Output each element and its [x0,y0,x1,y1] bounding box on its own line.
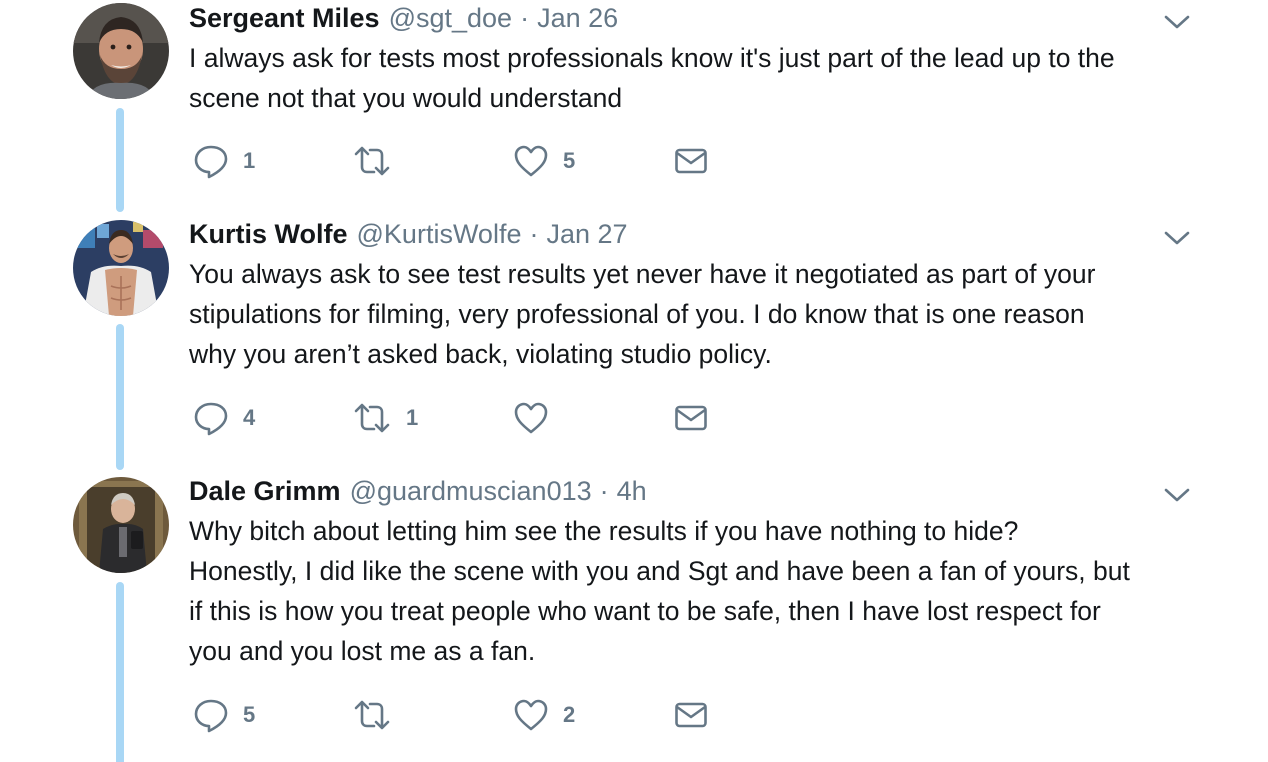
direct-message-button[interactable] [674,695,708,735]
like-count: 5 [563,148,576,173]
display-name[interactable]: Dale Grimm [189,473,341,509]
username[interactable]: @sgt_doe [389,0,513,36]
retweet-button[interactable] [352,695,406,735]
direct-message-icon [675,702,707,728]
like-icon [514,699,548,731]
reply-count: 1 [243,148,256,173]
tweet-text: I always ask for tests most professional… [189,43,1115,113]
like-icon [514,402,548,434]
tweet-actions: 4 1 [189,398,729,438]
direct-message-button[interactable] [674,141,708,181]
like-button[interactable] [513,398,563,438]
avatar-image [73,477,169,573]
tweet-text: You always ask to see test results yet n… [189,259,1096,369]
direct-message-icon [675,148,707,174]
tweet[interactable]: Kurtis Wolfe @KurtisWolfe · Jan 27 You a… [0,216,1268,466]
retweet-count: 1 [406,405,419,430]
like-count: 2 [563,702,576,727]
direct-message-icon [675,405,707,431]
separator-dot: · [529,219,539,249]
username[interactable]: @guardmuscian013 [350,473,592,509]
avatar[interactable] [73,477,169,573]
retweet-icon [354,403,390,433]
avatar-image [73,3,169,99]
separator-dot: · [520,3,530,33]
chevron-down-icon [1164,488,1190,502]
reply-icon [194,402,228,436]
tweet-header: Sergeant Miles @sgt_doe · Jan 26 [189,0,618,36]
username[interactable]: @KurtisWolfe [357,216,522,252]
timestamp[interactable]: Jan 27 [546,216,627,252]
reply-icon [194,699,228,733]
more-options-button[interactable] [1163,12,1191,32]
like-icon [514,145,548,177]
more-options-button[interactable] [1163,485,1191,505]
display-name[interactable]: Sergeant Miles [189,0,380,36]
avatar[interactable] [73,220,169,316]
reply-button[interactable]: 5 [193,695,255,735]
reply-icon [194,145,228,179]
tweet[interactable]: Dale Grimm @guardmuscian013 · 4h Why bit… [0,473,1268,762]
reply-count: 4 [243,405,256,430]
retweet-button[interactable]: 1 [352,398,418,438]
tweet[interactable]: Sergeant Miles @sgt_doe · Jan 26 I alway… [0,0,1268,200]
reply-button[interactable]: 4 [193,398,255,438]
conversation-thread: Sergeant Miles @sgt_doe · Jan 26 I alway… [0,0,1268,762]
timestamp[interactable]: Jan 26 [537,0,618,36]
tweet-text: Why bitch about letting him see the resu… [189,516,1130,666]
reply-button[interactable]: 1 [193,141,255,181]
avatar[interactable] [73,3,169,99]
tweet-header: Kurtis Wolfe @KurtisWolfe · Jan 27 [189,216,628,252]
more-options-button[interactable] [1163,228,1191,248]
like-button[interactable]: 5 [513,141,575,181]
avatar-image [73,220,169,316]
tweet-actions: 5 2 [189,695,729,735]
chevron-down-icon [1164,15,1190,29]
timestamp[interactable]: 4h [617,473,647,509]
retweet-button[interactable] [352,141,406,181]
chevron-down-icon [1164,231,1190,245]
tweet-actions: 1 5 [189,141,729,181]
retweet-icon [354,146,390,176]
reply-count: 5 [243,702,256,727]
like-button[interactable]: 2 [513,695,575,735]
tweet-header: Dale Grimm @guardmuscian013 · 4h [189,473,647,509]
direct-message-button[interactable] [674,398,708,438]
retweet-icon [354,700,390,730]
separator-dot: · [599,476,609,506]
display-name[interactable]: Kurtis Wolfe [189,216,348,252]
